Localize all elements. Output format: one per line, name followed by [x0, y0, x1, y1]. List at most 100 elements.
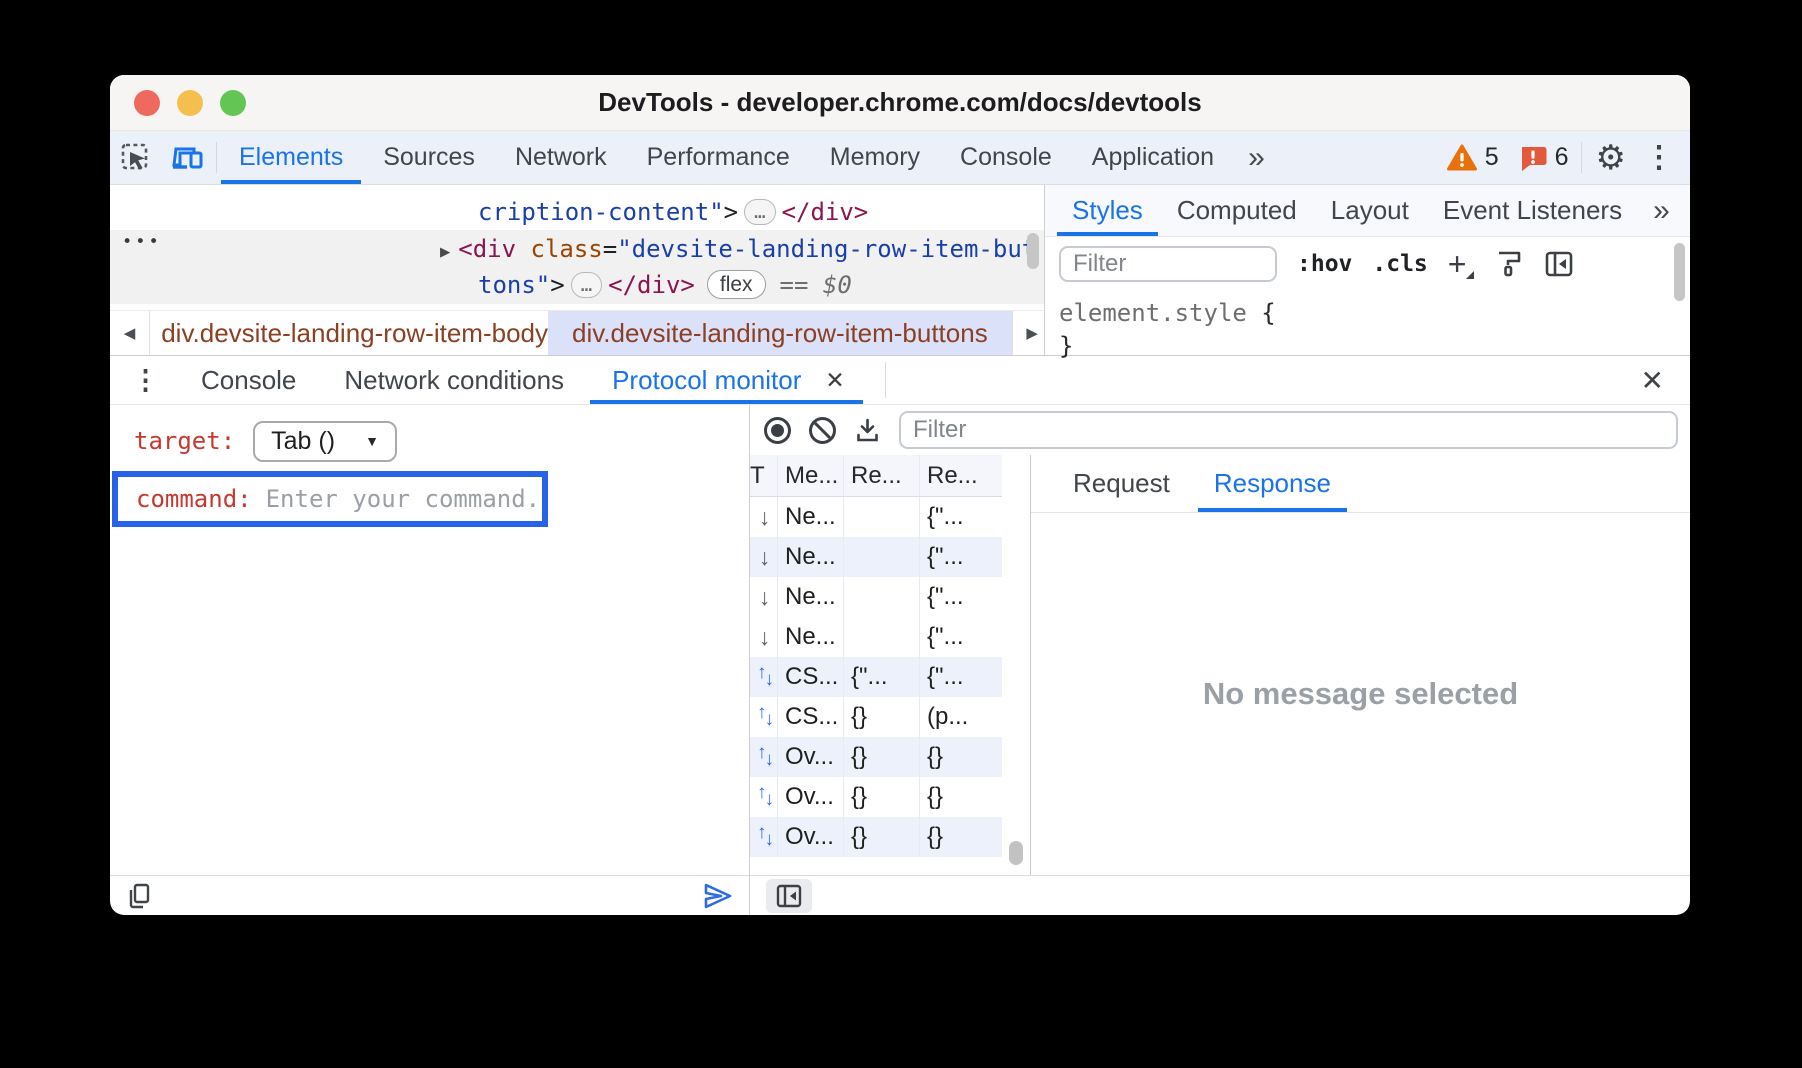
node-overflow-dots-icon[interactable]: •••	[122, 232, 162, 252]
styles-tab-bar: Styles Computed Layout Event Listeners »	[1045, 185, 1690, 237]
brush-icon[interactable]	[1494, 249, 1524, 279]
messages-table: T Me... Re... Re... ↓ Ne... {"...	[750, 455, 1030, 875]
new-style-rule-button[interactable]: +	[1448, 251, 1475, 277]
errors-badge[interactable]: 6	[1509, 131, 1579, 184]
table-scrollbar[interactable]	[1002, 455, 1030, 875]
selected-dom-node[interactable]: ••• ▶<div class="devsite-landing-row-ite…	[110, 230, 1044, 304]
drawer-tab-separator	[885, 362, 886, 398]
drawer-tab-network-conditions[interactable]: Network conditions	[320, 356, 588, 404]
element-style-rule[interactable]: element.style { }	[1045, 291, 1690, 369]
tab-performance[interactable]: Performance	[627, 131, 810, 184]
drawer-tab-console[interactable]: Console	[177, 356, 320, 404]
breadcrumb-item-buttons-selected[interactable]: div.devsite-landing-row-item-buttons	[548, 311, 1012, 355]
tab-network[interactable]: Network	[495, 131, 627, 184]
toolbar-separator	[1581, 142, 1582, 173]
zoom-window-button[interactable]	[220, 90, 246, 116]
detail-tab-bar: Request Response	[1031, 455, 1690, 513]
close-tab-icon[interactable]: ✕	[815, 367, 854, 394]
tab-response[interactable]: Response	[1196, 455, 1349, 512]
dom-node-wrapped-line[interactable]: cription-content">…</div>	[110, 194, 1044, 230]
collapse-panel-button[interactable]	[766, 879, 812, 913]
table-row[interactable]: ↑↓ Ov... {} {}	[750, 817, 1002, 857]
styles-scrollbar[interactable]	[1674, 243, 1685, 301]
protocol-messages-pane: T Me... Re... Re... ↓ Ne... {"...	[750, 405, 1690, 915]
toggle-element-state-button[interactable]: :hov	[1297, 251, 1352, 277]
settings-gear-icon[interactable]: ⚙	[1584, 131, 1638, 184]
table-row[interactable]: ↓ Ne... {"...	[750, 537, 1002, 577]
command-input[interactable]	[266, 485, 536, 513]
dom-tree-scrollbar[interactable]	[1027, 233, 1039, 269]
column-method[interactable]: Me...	[778, 455, 844, 496]
close-window-button[interactable]	[134, 90, 160, 116]
message-sent-received-icon: ↑↓	[757, 706, 772, 728]
tab-application[interactable]: Application	[1072, 131, 1234, 184]
message-sent-received-icon: ↑↓	[757, 786, 772, 808]
table-row[interactable]: ↓ Ne... {"...	[750, 497, 1002, 537]
more-sidebar-tabs-icon[interactable]: »	[1639, 185, 1684, 236]
expand-inline-icon[interactable]: …	[744, 199, 775, 225]
minimize-window-button[interactable]	[177, 90, 203, 116]
send-command-icon[interactable]	[703, 882, 733, 910]
desktop-background: DevTools - developer.chrome.com/docs/dev…	[0, 0, 1802, 1068]
tab-computed[interactable]: Computed	[1160, 185, 1314, 236]
device-toolbar-icon[interactable]	[162, 131, 214, 184]
table-scrollbar-thumb[interactable]	[1009, 841, 1023, 865]
warning-count: 5	[1485, 143, 1499, 172]
error-count: 6	[1555, 143, 1569, 172]
disclosure-triangle-icon[interactable]: ▶	[440, 242, 450, 262]
command-input-highlight[interactable]: command:	[112, 471, 548, 527]
save-download-icon[interactable]	[854, 417, 881, 444]
styles-filter-input[interactable]	[1059, 246, 1277, 282]
table-row[interactable]: ↑↓ CS... {"... {"...	[750, 657, 1002, 697]
copy-icon[interactable]	[126, 882, 152, 910]
tab-sources[interactable]: Sources	[363, 131, 495, 184]
breadcrumb-prev-icon[interactable]: ◀	[110, 311, 150, 355]
tab-memory[interactable]: Memory	[810, 131, 940, 184]
table-row[interactable]: ↑↓ Ov... {} {}	[750, 737, 1002, 777]
tab-layout[interactable]: Layout	[1314, 185, 1426, 236]
window-title: DevTools - developer.chrome.com/docs/dev…	[598, 87, 1201, 118]
record-icon[interactable]	[764, 417, 791, 444]
clear-icon[interactable]	[809, 417, 836, 444]
messages-pane-footer	[750, 875, 1690, 915]
collapse-panel-icon	[775, 883, 803, 909]
sidebar-toggle-icon[interactable]	[1544, 249, 1574, 279]
message-sent-received-icon: ↑↓	[757, 666, 772, 688]
inspect-element-icon[interactable]	[110, 131, 162, 184]
styles-sidebar: Styles Computed Layout Event Listeners »…	[1045, 185, 1690, 355]
target-select[interactable]: Tab () ▼	[253, 421, 397, 462]
breadcrumb: ◀ div.devsite-landing-row-item-body div.…	[110, 310, 1044, 355]
expand-inline-icon[interactable]: …	[571, 272, 602, 298]
flex-badge[interactable]: flex	[707, 270, 766, 299]
tab-elements[interactable]: Elements	[219, 131, 363, 184]
table-header-row[interactable]: T Me... Re... Re...	[750, 455, 1002, 497]
chevron-down-icon: ▼	[365, 433, 379, 449]
column-response[interactable]: Re...	[920, 455, 1002, 496]
devtools-menu-icon[interactable]: ⋮	[1638, 131, 1690, 184]
table-row[interactable]: ↓ Ne... {"...	[750, 617, 1002, 657]
target-label: target:	[134, 427, 235, 455]
tab-event-listeners[interactable]: Event Listeners	[1426, 185, 1639, 236]
messages-filter-input[interactable]	[899, 411, 1678, 449]
element-classes-button[interactable]: .cls	[1372, 251, 1427, 277]
warning-icon	[1447, 144, 1477, 171]
toolbar-separator	[216, 142, 217, 173]
tab-console[interactable]: Console	[940, 131, 1072, 184]
message-received-icon: ↓	[759, 504, 771, 531]
tab-request[interactable]: Request	[1055, 455, 1188, 512]
tab-styles[interactable]: Styles	[1055, 185, 1160, 236]
message-received-icon: ↓	[759, 584, 771, 611]
column-request[interactable]: Re...	[844, 455, 920, 496]
command-pane-footer	[110, 875, 749, 915]
breadcrumb-item-body[interactable]: div.devsite-landing-row-item-body	[150, 311, 548, 355]
devtools-main-toolbar: Elements Sources Network Performance Mem…	[110, 131, 1690, 185]
table-row[interactable]: ↑↓ CS... {} (p...	[750, 697, 1002, 737]
drawer-tab-protocol-monitor[interactable]: Protocol monitor ✕	[588, 356, 865, 404]
warnings-badge[interactable]: 5	[1437, 131, 1509, 184]
elements-panel: cription-content">…</div> ••• ▶<div clas…	[110, 185, 1690, 355]
message-sent-received-icon: ↑↓	[757, 826, 772, 848]
table-row[interactable]: ↓ Ne... {"...	[750, 577, 1002, 617]
table-row[interactable]: ↑↓ Ov... {} {}	[750, 777, 1002, 817]
more-tabs-icon[interactable]: »	[1234, 131, 1279, 184]
drawer-menu-icon[interactable]: ⋮	[110, 356, 177, 404]
